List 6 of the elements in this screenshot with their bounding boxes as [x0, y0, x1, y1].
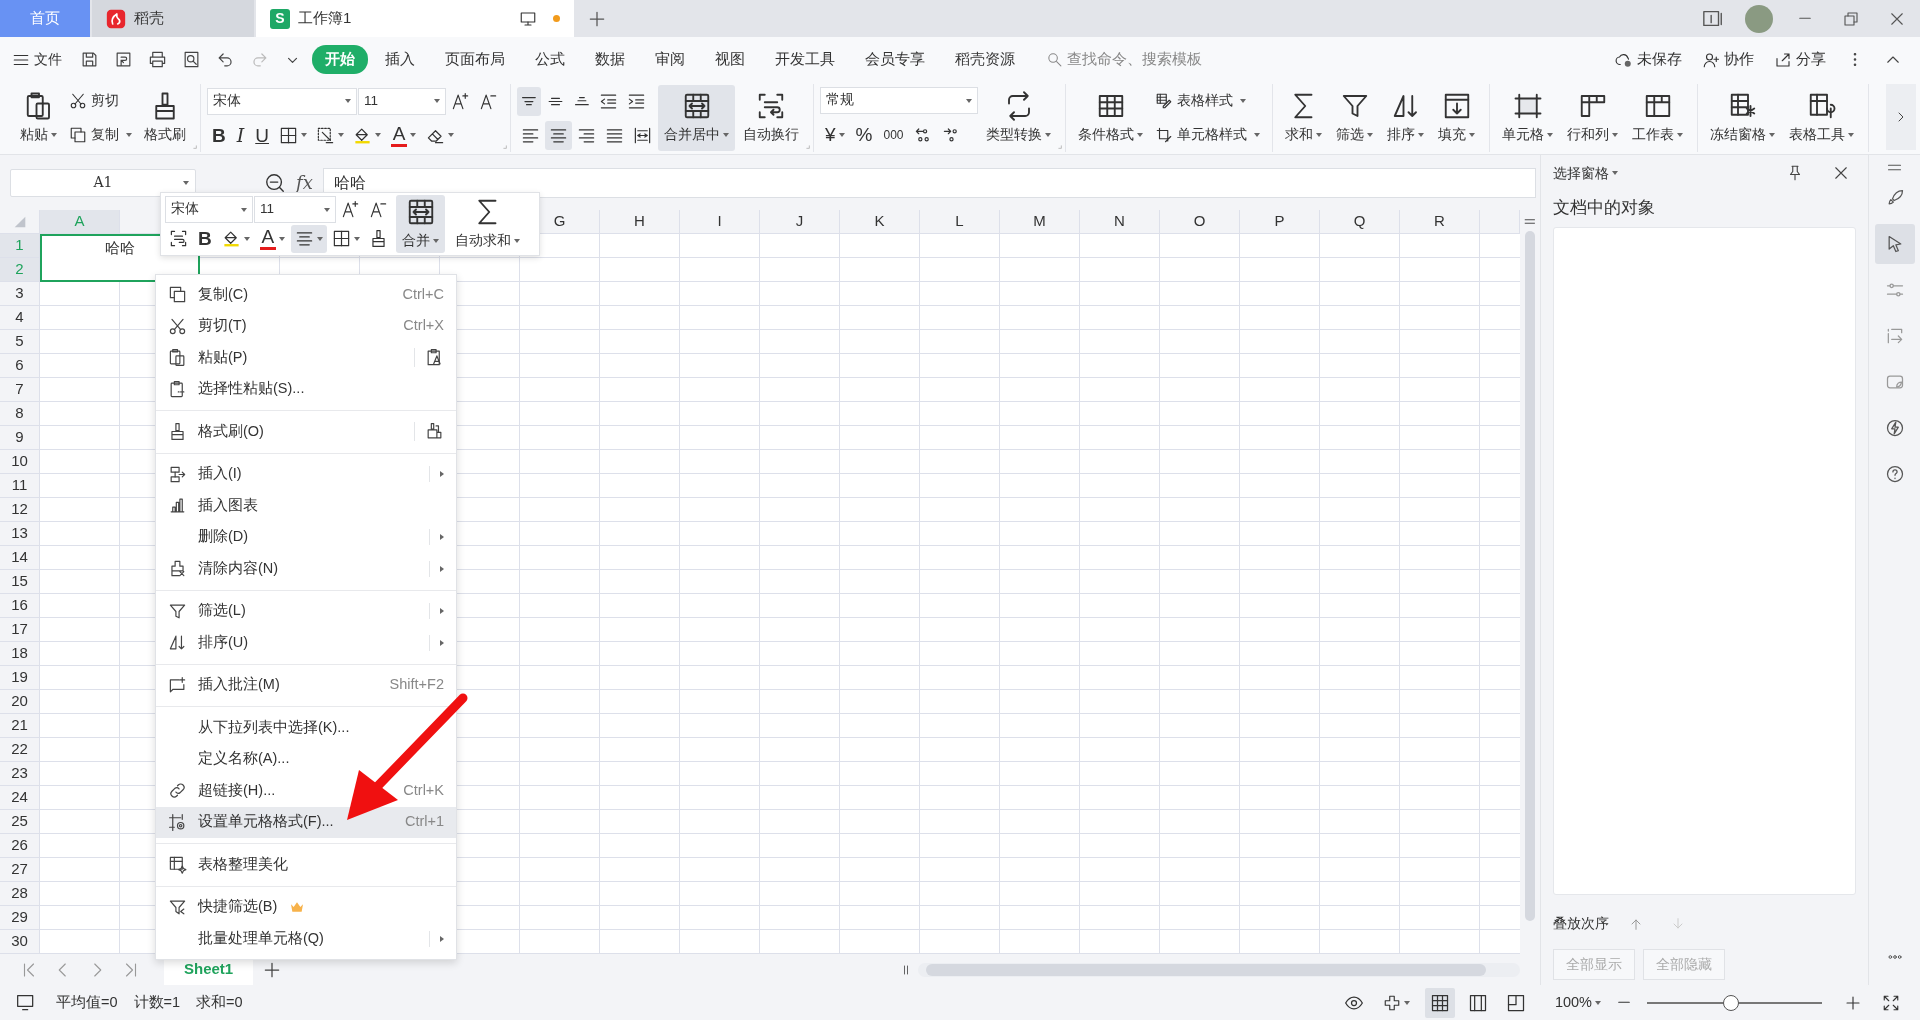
pane-heading: 文档中的对象 [1553, 197, 1656, 219]
status-text: 求和=0 [196, 992, 243, 1012]
status-text: 计数=1 [133, 992, 181, 1012]
order-label: 叠放次序 [1553, 914, 1609, 933]
status-text: 平均值=0 [56, 992, 118, 1012]
app-logo: S [270, 8, 290, 29]
